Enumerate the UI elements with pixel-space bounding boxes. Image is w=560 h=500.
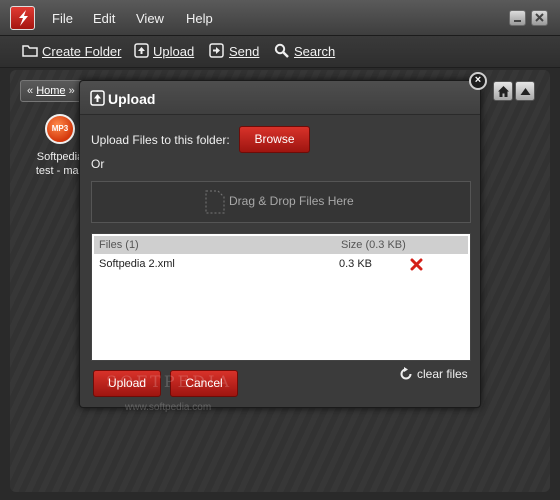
up-button[interactable] bbox=[515, 81, 535, 101]
minimize-button[interactable] bbox=[509, 10, 526, 26]
upload-file-table: Files (1) Size (0.3 KB) Softpedia 2.xml … bbox=[91, 233, 471, 361]
browse-button[interactable]: Browse bbox=[239, 126, 310, 153]
breadcrumb-forward[interactable]: » bbox=[69, 85, 75, 97]
triangle-up-icon bbox=[520, 88, 531, 95]
document-icon bbox=[205, 190, 225, 214]
menu-file[interactable]: File bbox=[52, 11, 73, 26]
drop-zone[interactable]: Drag & Drop Files Here bbox=[91, 181, 471, 223]
upload-folder-label: Upload Files to this folder: bbox=[91, 133, 230, 147]
title-bar: File Edit View Help bbox=[0, 0, 560, 36]
menu-help[interactable]: Help bbox=[186, 11, 213, 26]
refresh-icon bbox=[400, 367, 412, 380]
watermark: SOFTPEDIA bbox=[106, 372, 232, 391]
app-logo bbox=[10, 6, 35, 30]
upload-button[interactable]: Upload bbox=[153, 44, 194, 59]
column-header-files: Files (1) bbox=[99, 239, 139, 251]
column-header-size: Size (0.3 KB) bbox=[341, 239, 406, 251]
close-window-button[interactable] bbox=[531, 10, 548, 26]
file-name-cell: Softpedia 2.xml bbox=[99, 258, 175, 270]
send-icon bbox=[209, 43, 224, 58]
create-folder-button[interactable]: Create Folder bbox=[42, 44, 121, 59]
menu-view[interactable]: View bbox=[136, 11, 164, 26]
toolbar: Create Folder Upload Send Search bbox=[0, 36, 560, 68]
breadcrumb-back[interactable]: « bbox=[27, 85, 33, 97]
search-button[interactable]: Search bbox=[294, 44, 335, 59]
or-label: Or bbox=[91, 157, 105, 171]
dialog-close-button[interactable]: × bbox=[469, 72, 487, 90]
home-icon bbox=[498, 86, 509, 97]
clear-files-label: clear files bbox=[417, 367, 468, 381]
delete-icon[interactable] bbox=[410, 258, 423, 271]
dialog-header: Upload bbox=[80, 81, 480, 115]
mp3-file-icon: MP3 bbox=[45, 114, 75, 144]
folder-icon bbox=[22, 45, 38, 57]
home-button[interactable] bbox=[493, 81, 513, 101]
watermark-url: www.softpedia.com bbox=[125, 402, 212, 413]
upload-icon bbox=[134, 43, 149, 58]
send-button[interactable]: Send bbox=[229, 44, 259, 59]
dialog-title: Upload bbox=[108, 91, 156, 107]
drop-zone-text: Drag & Drop Files Here bbox=[229, 194, 354, 208]
breadcrumb-home-link[interactable]: Home bbox=[36, 85, 65, 97]
upload-icon bbox=[90, 90, 105, 106]
upload-dialog: Upload Upload Files to this folder: Brow… bbox=[79, 80, 481, 408]
file-size-cell: 0.3 KB bbox=[339, 258, 373, 270]
table-header: Files (1) Size (0.3 KB) bbox=[94, 236, 468, 254]
menu-edit[interactable]: Edit bbox=[93, 11, 115, 26]
search-icon bbox=[274, 43, 289, 58]
